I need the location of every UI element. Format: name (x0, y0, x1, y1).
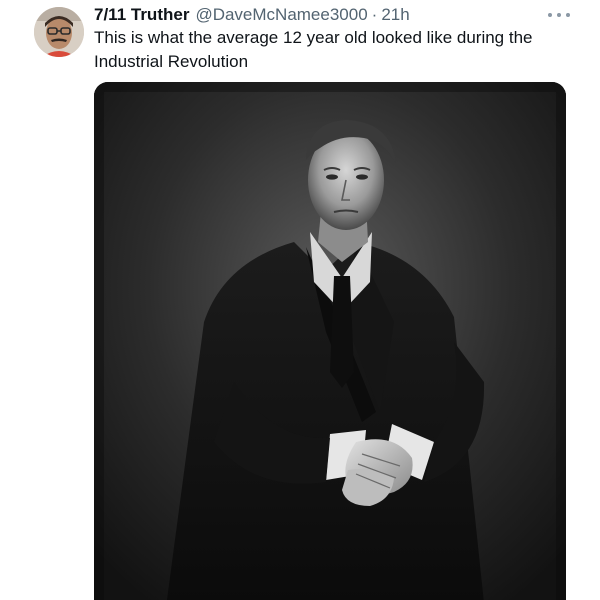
header-separator: · (371, 5, 378, 24)
author-display-name[interactable]: 7/11 Truther (94, 4, 189, 26)
more-options-icon[interactable] (548, 8, 570, 22)
tweet-text: This is what the average 12 year old loo… (94, 28, 533, 71)
tweet-header: 7/11 Truther @DaveMcNamee3000 · 21h (94, 4, 410, 26)
tweet-timestamp[interactable]: 21h (381, 4, 409, 26)
more-dot (566, 13, 570, 17)
more-dot (548, 13, 552, 17)
portrait-photo-icon (94, 82, 566, 600)
tweet: 7/11 Truther @DaveMcNamee3000 · 21h This… (0, 0, 600, 600)
user-avatar-icon (34, 7, 84, 57)
more-dot (557, 13, 561, 17)
tweet-media-photo[interactable] (94, 82, 566, 600)
author-handle[interactable]: @DaveMcNamee3000 (195, 4, 367, 26)
author-avatar[interactable] (34, 7, 84, 57)
